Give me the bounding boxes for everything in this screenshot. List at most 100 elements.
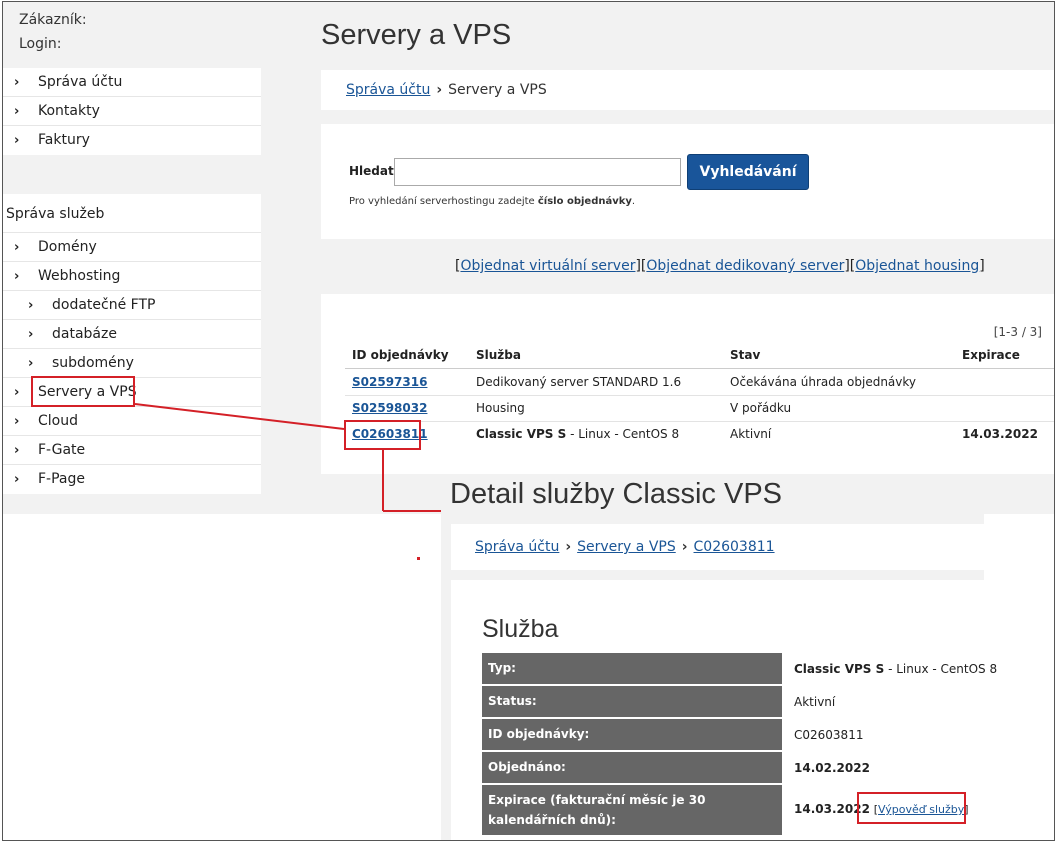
column-header-service: Služba — [476, 348, 521, 362]
chevron-right-icon: › — [28, 327, 34, 342]
search-button[interactable]: Vyhledávání — [687, 154, 809, 190]
nav-item-dodatecne-ftp[interactable]: › dodatečné FTP — [3, 291, 261, 320]
page-title: Servery a VPS — [321, 19, 512, 51]
nav-item-webhosting[interactable]: › Webhosting — [3, 262, 261, 291]
breadcrumb-separator-icon: › — [681, 539, 688, 555]
chevron-right-icon: › — [14, 443, 20, 458]
field-value-type: Classic VPS S - Linux - CentOS 8 — [794, 662, 997, 676]
row-divider — [345, 395, 1054, 396]
header-divider — [345, 368, 1054, 369]
chevron-right-icon: › — [28, 356, 34, 371]
service-name: Housing — [476, 401, 525, 415]
order-virtual-server-link[interactable]: Objednat virtuální server — [460, 258, 635, 274]
service-name: Dedikovaný server STANDARD 1.6 — [476, 375, 682, 389]
nav-item-sprava-uctu[interactable]: › Správa účtu — [3, 68, 261, 97]
search-label: Hledat — [349, 164, 394, 178]
annotation-box-cancel — [857, 792, 966, 824]
column-header-expiry: Expirace — [962, 348, 1020, 362]
order-dedicated-server-link[interactable]: Objednat dedikovaný server — [646, 258, 844, 274]
chevron-right-icon: › — [14, 385, 20, 400]
field-label-order-id: ID objednávky: — [482, 719, 782, 750]
nav-item-label: databáze — [52, 326, 117, 342]
nav-item-label: Webhosting — [38, 268, 121, 284]
breadcrumb-link-sprava-uctu[interactable]: Správa účtu — [346, 82, 430, 98]
detail-title: Detail služby Classic VPS — [450, 478, 782, 510]
column-header-status: Stav — [730, 348, 761, 362]
login-label: Login: — [19, 36, 62, 52]
nav-item-faktury[interactable]: › Faktury — [3, 126, 261, 155]
annotation-box-servery-vps — [31, 376, 135, 407]
chevron-right-icon: › — [14, 414, 20, 429]
chevron-right-icon: › — [14, 104, 20, 119]
nav-item-f-gate[interactable]: › F-Gate — [3, 436, 261, 465]
nav-item-label: Kontakty — [38, 103, 100, 119]
breadcrumb-panel: Správa účtu › Servery a VPS — [321, 70, 1054, 110]
nav-item-label: Faktury — [38, 132, 90, 148]
breadcrumb-link-servery-vps[interactable]: Servery a VPS — [577, 539, 676, 555]
service-name: - Linux - CentOS 8 — [566, 427, 680, 441]
search-hint-text: Pro vyhledání serverhostingu zadejte — [349, 196, 538, 207]
service-heading: Služba — [482, 615, 559, 643]
breadcrumb-separator-icon: › — [436, 82, 443, 98]
nav-item-label: dodatečné FTP — [52, 297, 156, 313]
nav-item-f-page[interactable]: › F-Page — [3, 465, 261, 494]
row-divider — [345, 421, 1054, 422]
chevron-right-icon: › — [14, 133, 20, 148]
field-value-bold: 14.02.2022 — [794, 761, 870, 775]
order-links: [Objednat virtuální server][Objednat ded… — [455, 258, 985, 274]
breadcrumb-link-order[interactable]: C02603811 — [694, 539, 775, 555]
chevron-right-icon: › — [14, 75, 20, 90]
table-cell-expiry: 14.03.2022 — [962, 427, 1038, 441]
field-value-ordered: 14.02.2022 — [794, 761, 870, 775]
orders-table: [1-3 / 3] ID objednávky Služba Stav Expi… — [321, 294, 1054, 474]
field-value-status: Aktivní — [794, 695, 835, 709]
order-housing-link[interactable]: Objednat housing — [855, 258, 979, 274]
chevron-right-icon: › — [14, 472, 20, 487]
services-section-title: Správa služeb — [6, 206, 105, 222]
table-cell-status: Očekávána úhrada objednávky — [730, 375, 917, 389]
order-id-link[interactable]: S02597316 — [352, 375, 427, 389]
results-counter: [1-3 / 3] — [993, 325, 1042, 339]
detail-breadcrumb-panel: Správa účtu › Servery a VPS › C02603811 — [451, 524, 984, 570]
nav-item-label: Cloud — [38, 413, 78, 429]
field-label-status: Status: — [482, 686, 782, 717]
annotation-box-order-id — [344, 420, 421, 450]
search-input[interactable] — [394, 158, 681, 186]
annotation-dot — [417, 557, 420, 560]
nav-item-subdomeny[interactable]: › subdomény — [3, 349, 261, 378]
order-id-link[interactable]: S02598032 — [352, 401, 427, 415]
table-cell-service: Housing — [476, 401, 525, 415]
nav-item-label: subdomény — [52, 355, 134, 371]
chevron-right-icon: › — [28, 298, 34, 313]
search-hint-bold: číslo objednávky — [537, 196, 632, 207]
table-cell-service: Dedikovaný server STANDARD 1.6 — [476, 375, 681, 389]
field-label-ordered: Objednáno: — [482, 752, 782, 783]
chevron-right-icon: › — [14, 269, 20, 284]
column-header-id: ID objednávky — [352, 348, 449, 362]
nav-item-cloud[interactable]: › Cloud — [3, 407, 261, 436]
nav-item-label: F-Page — [38, 471, 85, 487]
chevron-right-icon: › — [14, 240, 20, 255]
nav-item-label: Domény — [38, 239, 97, 255]
breadcrumb-link-sprava-uctu[interactable]: Správa účtu — [475, 539, 559, 555]
nav-item-databaze[interactable]: › databáze — [3, 320, 261, 349]
page-frame: Zákazník: Login: › Správa účtu › Kontakty … — [2, 1, 1055, 841]
account-nav: › Správa účtu › Kontakty › Faktury — [3, 68, 261, 155]
field-label-type: Typ: — [482, 653, 782, 684]
field-value-text: - Linux - CentOS 8 — [884, 662, 998, 676]
nav-item-kontakty[interactable]: › Kontakty — [3, 97, 261, 126]
breadcrumb-current: Servery a VPS — [448, 82, 547, 98]
breadcrumb: Správa účtu › Servery a VPS — [346, 82, 547, 98]
field-value-text: Aktivní — [794, 695, 836, 709]
nav-item-label: Správa účtu — [38, 74, 123, 90]
search-hint-end: . — [631, 196, 636, 207]
service-name-bold: Classic VPS S — [476, 427, 567, 441]
field-value-bold: Classic VPS S — [794, 662, 885, 676]
search-hint: Pro vyhledání serverhostingu zadejte čís… — [349, 196, 635, 207]
detail-breadcrumb: Správa účtu › Servery a VPS › C02603811 — [475, 539, 775, 555]
services-nav: Správa služeb › Domény › Webhosting › dodat… — [3, 194, 261, 494]
field-value-order-id: C02603811 — [794, 728, 863, 742]
nav-item-domeny[interactable]: › Domény — [3, 233, 261, 262]
nav-item-label: F-Gate — [38, 442, 86, 458]
breadcrumb-separator-icon: › — [565, 539, 572, 555]
